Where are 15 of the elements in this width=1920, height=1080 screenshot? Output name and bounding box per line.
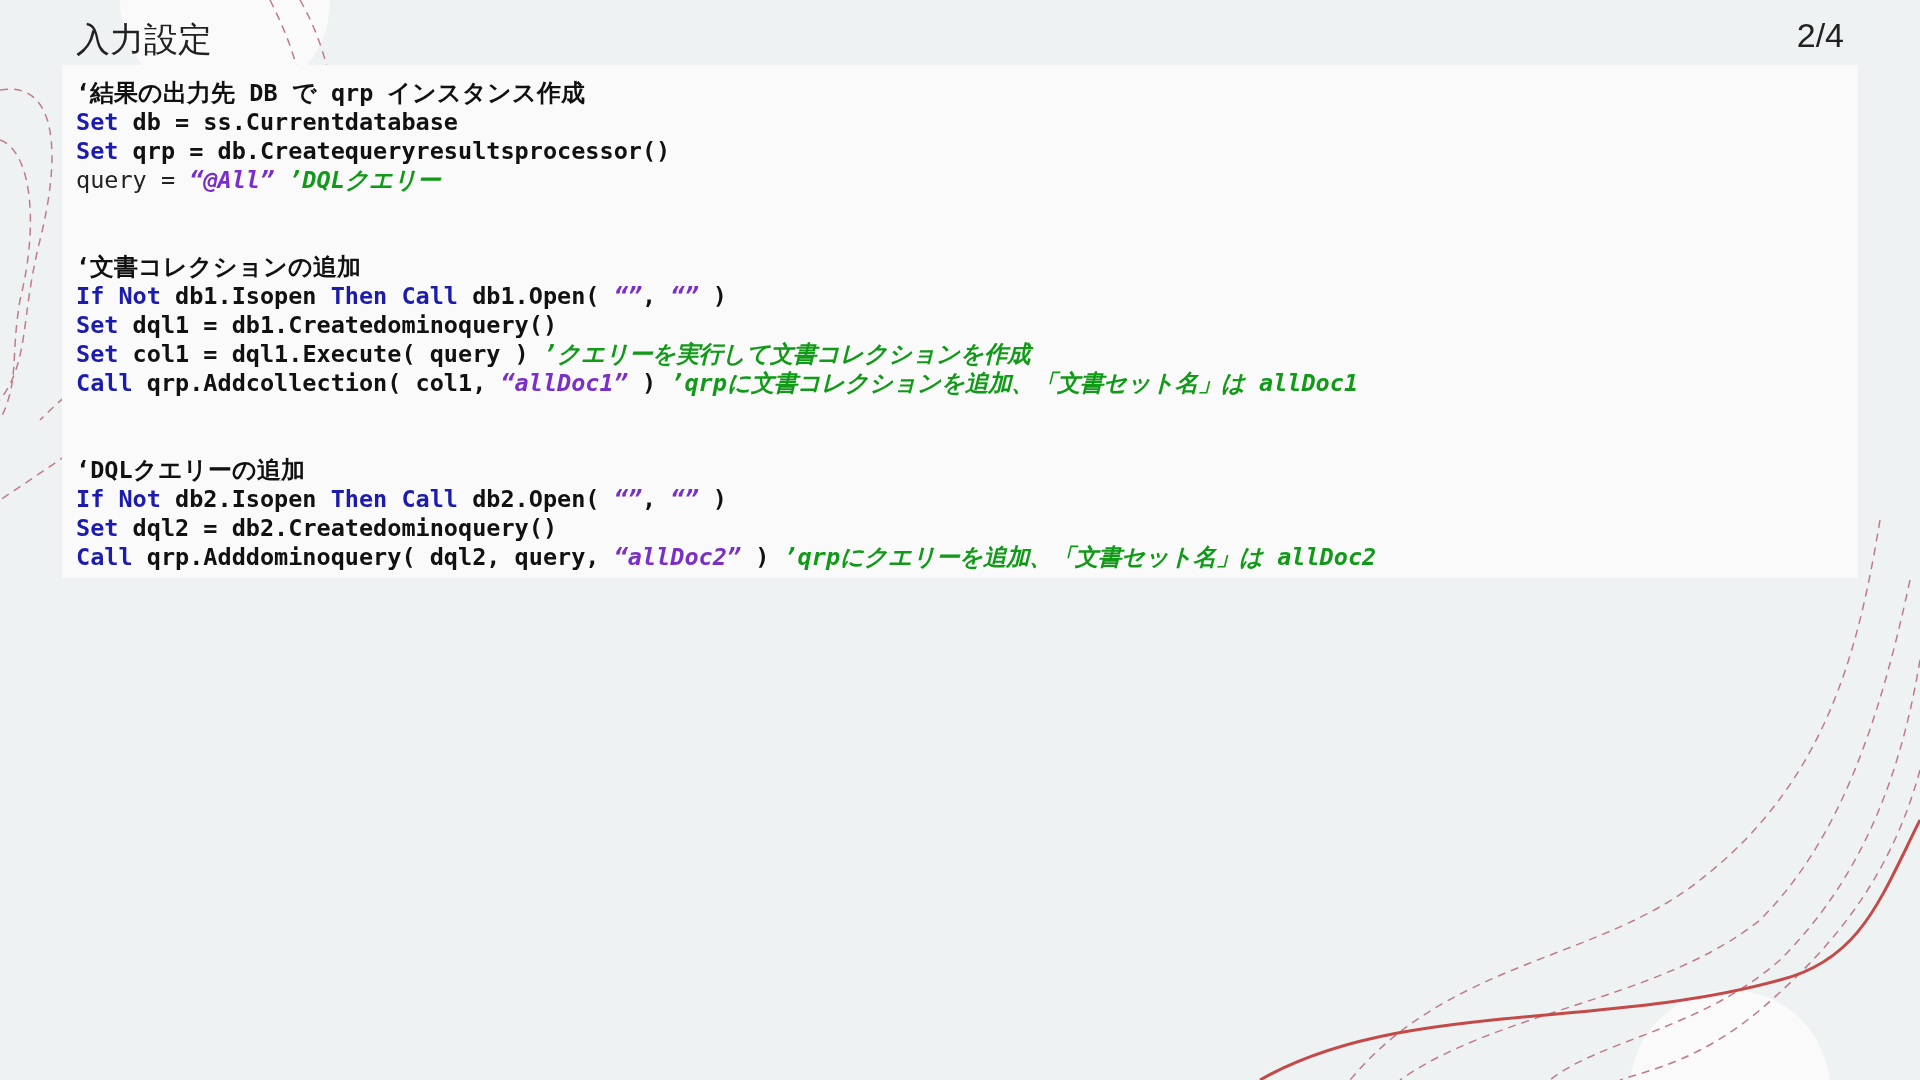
- slide-title: 入力設定: [76, 18, 212, 61]
- code-line: If Not db2.Isopen Then Call db2.Open( “”, “” ): [76, 485, 728, 514]
- page-number: 2/4: [1796, 16, 1844, 55]
- code-line: Set db = ss.Currentdatabase: [76, 108, 459, 137]
- code-line: ‘文書コレクションの追加: [76, 253, 363, 282]
- code-line: Call qrp.Adddominoquery( dql2, query, “allDoc2” ) ’qrpにクエリーを追加、「文書セット名」は allDoc2: [76, 543, 1378, 572]
- code-line: Set col1 = dql1.Execute( query ) ’クエリーを実行して文書コレクションを作成: [76, 340, 1844, 369]
- code-line: Set dql1 = db1.Createdominoquery(): [76, 311, 559, 340]
- code-line: query = “@All” ’DQLクエリー: [76, 166, 443, 195]
- code-line: ‘結果の出力先 DB で qrp インスタンス作成: [76, 79, 587, 108]
- code-line: ‘DQLクエリーの追加: [76, 456, 306, 485]
- code-line: If Not db1.Isopen Then Call db1.Open( “”, “” ): [76, 282, 728, 311]
- code-line: Set qrp = db.Createqueryresultsprocessor(): [76, 137, 672, 166]
- code-line: Set dql2 = db2.Createdominoquery(): [76, 514, 559, 543]
- code-line: Call qrp.Addcollection( col1, “allDoc1” ) ’qrpに文書コレクションを追加、「文書セット名」は allDoc1: [76, 369, 1360, 398]
